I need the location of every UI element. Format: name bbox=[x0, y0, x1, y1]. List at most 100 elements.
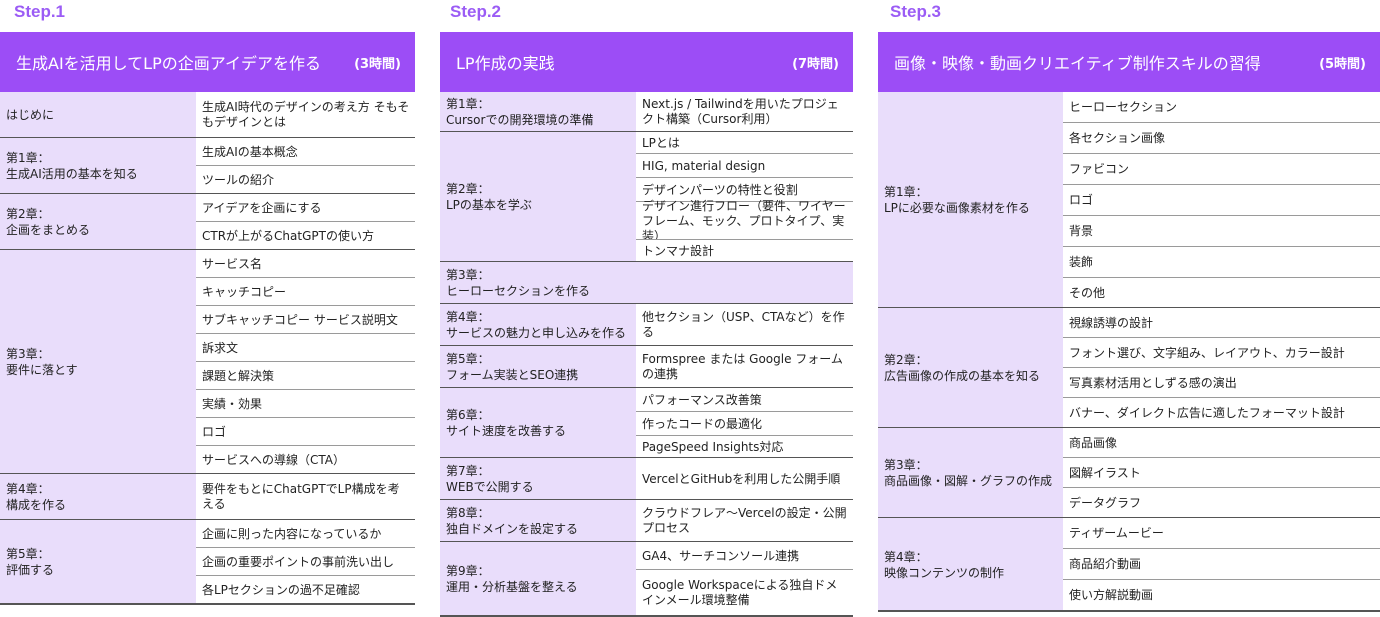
topic-item: サービスへの導線（CTA） bbox=[196, 446, 415, 474]
chapter-number: 第4章： bbox=[446, 310, 490, 324]
chapter-label: 第2章： 広告画像の作成の基本を知る bbox=[884, 352, 1040, 384]
chapter-name: 運用・分析基盤を整える bbox=[446, 580, 578, 594]
chapter-title: 第7章： WEBで公開する bbox=[440, 458, 636, 500]
topic-item: Next.js / Tailwindを用いたプロジェクト構築（Cursor利用） bbox=[636, 92, 853, 132]
topic-item: ロゴ bbox=[1063, 185, 1380, 216]
chapter-label: 第2章： 企画をまとめる bbox=[6, 206, 90, 238]
topic-item: 生成AI時代のデザインの考え方 そもそもデザインとは bbox=[196, 92, 415, 138]
chapter-label: 第4章： サービスの魅力と申し込みを作る bbox=[446, 309, 626, 341]
topic-item: 商品画像 bbox=[1063, 428, 1380, 458]
chapter-name: 構成を作る bbox=[6, 498, 67, 512]
step-header: 画像・映像・動画クリエイティブ制作スキルの習得 (5時間) bbox=[878, 32, 1380, 92]
chapter-number: 第7章： bbox=[446, 464, 490, 478]
chapter-title: 第2章： 企画をまとめる bbox=[0, 194, 196, 250]
chapter-name: 生成AI活用の基本を知る bbox=[6, 167, 138, 181]
topic-item: 企画に則った内容になっているか bbox=[196, 520, 415, 548]
topic-item: HIG, material design bbox=[636, 154, 853, 178]
chapter-label: 第1章： LPに必要な画像素材を作る bbox=[884, 184, 1030, 216]
chapter-number: 第2章： bbox=[884, 353, 928, 367]
step-label: Step.2 bbox=[450, 2, 502, 21]
chapter-label: 第5章： 評価する bbox=[6, 546, 54, 578]
topic-item: 使い方解説動画 bbox=[1063, 580, 1380, 611]
chapter-name: 独自ドメインを設定する bbox=[446, 522, 579, 536]
topic-item: フォント選び、文字組み、レイアウト、カラー設計 bbox=[1063, 338, 1380, 368]
chapter-name: 企画をまとめる bbox=[6, 223, 91, 237]
chapter-label: はじめに bbox=[6, 107, 54, 123]
topic-item: パフォーマンス改善策 bbox=[636, 388, 853, 412]
chapter-number: 第3章： bbox=[884, 458, 928, 472]
chapter-name: 評価する bbox=[6, 563, 55, 577]
topic-item: VercelとGitHubを利用した公開手順 bbox=[636, 458, 853, 500]
chapter-name: フォーム実装とSEO連携 bbox=[446, 368, 579, 382]
chapter-title: 第3章： 商品画像・図解・グラフの作成 bbox=[878, 428, 1063, 518]
chapter-title: 第5章： フォーム実装とSEO連携 bbox=[440, 346, 636, 388]
topic-item: 装飾 bbox=[1063, 247, 1380, 278]
chapter-name: 商品画像・図解・グラフの作成 bbox=[884, 474, 1053, 488]
chapter-name: WEBで公開する bbox=[446, 480, 534, 494]
topic-item: ツールの紹介 bbox=[196, 166, 415, 194]
chapter-title: 第3章： ヒーローセクションを作る bbox=[440, 262, 636, 304]
topic-item: キャッチコピー bbox=[196, 278, 415, 306]
topic-item: CTRが上がるChatGPTの使い方 bbox=[196, 222, 415, 250]
step-hours: (3時間) bbox=[354, 56, 401, 72]
topic-item: トンマナ設計 bbox=[636, 240, 853, 262]
topic-item: サービス名 bbox=[196, 250, 415, 278]
chapter-divider bbox=[878, 610, 1380, 612]
chapter-name: 広告画像の作成の基本を知る bbox=[884, 369, 1041, 383]
topic-item: サブキャッチコピー サービス説明文 bbox=[196, 306, 415, 334]
chapter-title: 第2章： LPの基本を学ぶ bbox=[440, 132, 636, 262]
topic-item: ティザームービー bbox=[1063, 518, 1380, 549]
chapter-label: 第4章： 映像コンテンツの制作 bbox=[884, 549, 1004, 581]
topic-item: 実績・効果 bbox=[196, 390, 415, 418]
topic-item: 写真素材活用としずる感の演出 bbox=[1063, 368, 1380, 398]
chapter-title: 第3章： 要件に落とす bbox=[0, 250, 196, 474]
step-hours: (7時間) bbox=[792, 56, 839, 72]
topic-item: 視線誘導の設計 bbox=[1063, 308, 1380, 338]
chapter-name: 映像コンテンツの制作 bbox=[884, 565, 1005, 580]
chapter-name: LPに必要な画像素材を作る bbox=[884, 201, 1030, 215]
chapter-number: 第1章： bbox=[446, 97, 490, 111]
topic-item: クラウドフレア～Vercelの設定・公開プロセス bbox=[636, 500, 853, 542]
topic-item: バナー、ダイレクト広告に適したフォーマット設計 bbox=[1063, 398, 1380, 428]
step-title: LP作成の実践 bbox=[456, 54, 555, 73]
chapter-number: 第4章： bbox=[6, 482, 50, 496]
topic-item: GA4、サーチコンソール連携 bbox=[636, 542, 853, 570]
chapter-number: 第5章： bbox=[6, 547, 50, 561]
chapter-label: 第3章： 要件に落とす bbox=[6, 346, 78, 378]
chapter-name: ヒーローセクションを作る bbox=[446, 284, 591, 298]
chapter-number: 第3章： bbox=[6, 347, 50, 361]
step-header: LP作成の実践 (7時間) bbox=[440, 32, 853, 92]
step-label: Step.3 bbox=[890, 2, 942, 21]
topic-item: Formspree または Google フォームの連携 bbox=[636, 346, 853, 388]
chapter-title: 第4章： サービスの魅力と申し込みを作る bbox=[440, 304, 636, 346]
chapter-label: 第5章： フォーム実装とSEO連携 bbox=[446, 351, 578, 383]
topic-item: 訴求文 bbox=[196, 334, 415, 362]
chapter-title: 第4章： 構成を作る bbox=[0, 474, 196, 520]
step-title: 生成AIを活用してLPの企画アイデアを作る bbox=[16, 54, 321, 73]
topic-item: 商品紹介動画 bbox=[1063, 549, 1380, 580]
topic-item: 他セクション（USP、CTAなど）を作る bbox=[636, 304, 853, 346]
topic-item: アイデアを企画にする bbox=[196, 194, 415, 222]
chapter-name: 要件に落とす bbox=[6, 363, 78, 377]
chapter-label: 第2章： LPの基本を学ぶ bbox=[446, 181, 532, 213]
chapter-divider bbox=[0, 603, 415, 605]
chapter-label: 第1章： 生成AI活用の基本を知る bbox=[6, 150, 138, 182]
chapter-title: 第5章： 評価する bbox=[0, 520, 196, 604]
topic-item: LPとは bbox=[636, 132, 853, 154]
topic-item: 各LPセクションの過不足確認 bbox=[196, 576, 415, 604]
chapter-label: 第9章： 運用・分析基盤を整える bbox=[446, 563, 578, 595]
topic-item: 図解イラスト bbox=[1063, 458, 1380, 488]
chapter-label: 第8章： 独自ドメインを設定する bbox=[446, 505, 578, 537]
topic-item: データグラフ bbox=[1063, 488, 1380, 518]
topic-item: 課題と解決策 bbox=[196, 362, 415, 390]
topic-item: 背景 bbox=[1063, 216, 1380, 247]
chapter-name: Cursorでの開発環境の準備 bbox=[446, 113, 594, 127]
topic-item: ファビコン bbox=[1063, 154, 1380, 185]
chapter-number: 第6章： bbox=[446, 408, 490, 422]
step-label: Step.1 bbox=[14, 2, 66, 21]
chapter-label: 第3章： 商品画像・図解・グラフの作成 bbox=[884, 457, 1052, 489]
step-title: 画像・映像・動画クリエイティブ制作スキルの習得 bbox=[894, 54, 1261, 73]
chapter-title: 第6章： サイト速度を改善する bbox=[440, 388, 636, 458]
topic-item: 企画の重要ポイントの事前洗い出し bbox=[196, 548, 415, 576]
chapter-title: 第1章： Cursorでの開発環境の準備 bbox=[440, 92, 636, 132]
